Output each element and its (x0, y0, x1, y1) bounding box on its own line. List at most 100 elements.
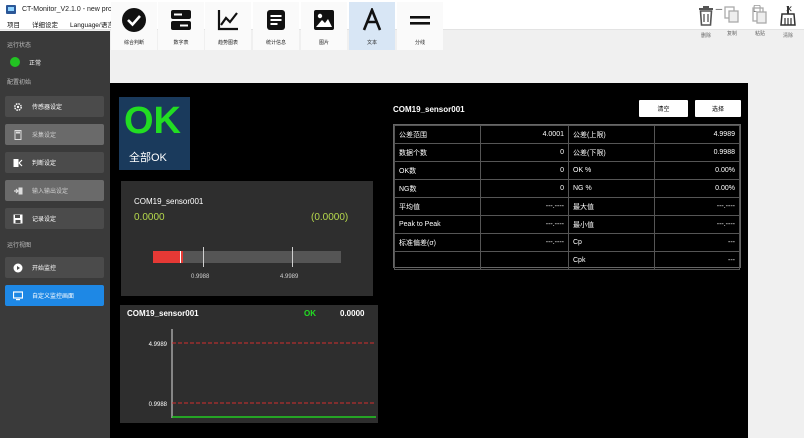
stat-value: 0.9988 (654, 143, 740, 162)
config-section: 配置初始 (7, 80, 32, 86)
delete-label: 删除 (700, 33, 711, 39)
lines-icon (406, 6, 434, 34)
tool-overall-judge[interactable]: 综合判断 (111, 2, 157, 50)
tool-statistics[interactable]: 统计信息 (253, 2, 299, 50)
tool-label: 综合判断 (123, 40, 144, 46)
sidebar-item-label: 输入输出设定 (32, 189, 69, 195)
sidebar-item-judge-settings[interactable]: 判断设定 (5, 152, 104, 173)
stat-label: 数据个数 (394, 143, 481, 162)
sidebar-item-acquisition-settings[interactable]: 采集设定 (5, 124, 104, 145)
sidebar-item-label: 传感器设定 (32, 105, 63, 111)
delete-tool[interactable]: 删除 (694, 6, 718, 50)
table-row: 公差范围 4.0001 公差(上限) 4.9989 (394, 125, 740, 144)
tool-text[interactable]: 文本 (349, 2, 395, 50)
stat-value: --- (654, 251, 740, 270)
meter-value: 0.0000 (134, 212, 165, 223)
sidebar-item-io-settings[interactable]: 输入输出设定 (5, 180, 104, 201)
table-row: NG数 0 NG % 0.00% (394, 179, 740, 198)
current-marker (180, 251, 181, 263)
stat-value: 0 (480, 179, 569, 198)
stat-value: 0 (480, 143, 569, 162)
menu-project[interactable]: 项目 (7, 19, 20, 29)
sidebar-item-custom-monitor[interactable]: 自定义监控画面 (5, 285, 104, 306)
play-icon (13, 263, 23, 273)
sidebar-item-label: 判断设定 (32, 161, 57, 167)
stat-value: ---.---- (480, 215, 569, 234)
trend-lower-label: 0.9988 (149, 402, 168, 408)
app-icon (6, 4, 16, 14)
clear-label: 清除 (782, 33, 793, 39)
stat-label: 最大值 (568, 197, 655, 216)
stat-label: OK数 (394, 161, 481, 180)
status-ok-icon (10, 57, 20, 67)
lower-limit-label: 0.9988 (191, 274, 210, 280)
broom-icon (779, 6, 797, 28)
trend-chart-widget[interactable]: COM19_sensor001 OK 0.0000 4.9989 0.9988 (120, 305, 378, 423)
sidebar-item-label: 开始监控 (32, 266, 57, 272)
run-status-section: 运行状态 (7, 43, 32, 49)
stat-label: Cp (568, 233, 655, 252)
sidebar-item-label: 采集设定 (32, 133, 57, 139)
stats-sensor-name: COM19_sensor001 (393, 105, 465, 114)
copy-tool[interactable]: 复制 (720, 6, 744, 50)
table-row: OK数 0 OK % 0.00% (394, 161, 740, 180)
sidebar-item-label: 记录设定 (32, 217, 57, 223)
stat-label: 标准偏差(σ) (394, 233, 481, 252)
run-status-label: 正常 (29, 60, 42, 67)
tool-divider-line[interactable]: 分线 (397, 2, 443, 50)
sidebar (0, 31, 110, 438)
tool-label: 趋势图表 (217, 40, 238, 46)
stat-label: OK % (568, 161, 655, 180)
menu-language[interactable]: Language/语言 (70, 19, 114, 29)
stat-label: NG数 (394, 179, 481, 198)
tool-label: 图片 (318, 40, 329, 46)
meter-bar-fill (153, 251, 184, 263)
table-row: 数据个数 0 公差(下限) 0.9988 (394, 143, 740, 162)
table-row: 平均值 ---.---- 最大值 ---.---- (394, 197, 740, 216)
stat-value: ---.---- (654, 197, 740, 216)
paste-tool[interactable]: 粘贴 (748, 6, 772, 50)
tool-trend-chart[interactable]: 趋势图表 (205, 2, 251, 50)
line-chart-icon (214, 6, 242, 34)
tool-label: 数字表 (173, 40, 189, 46)
save-icon (13, 214, 23, 224)
run-status: 正常 (10, 56, 41, 68)
stat-value: ---.---- (654, 215, 740, 234)
copy-icon (724, 6, 740, 26)
tool-image[interactable]: 图片 (301, 2, 347, 50)
tool-label: 文本 (366, 40, 377, 46)
calculator-icon (13, 129, 23, 140)
statistics-table: 公差范围 4.0001 公差(上限) 4.9989 数据个数 0 公差(下限) 0.9988 O… (393, 124, 741, 270)
select-button[interactable]: 选择 (695, 100, 741, 117)
paste-label: 粘贴 (754, 31, 765, 37)
stat-value (480, 251, 569, 270)
gear-icon (13, 102, 23, 112)
image-icon (310, 6, 338, 34)
meter-bar (153, 251, 341, 263)
paste-icon (752, 6, 768, 26)
meter-icon (167, 6, 195, 34)
digital-meter-widget[interactable]: COM19_sensor001 0.0000 (0.0000) 0.9988 4… (121, 181, 373, 296)
sidebar-item-sensor-settings[interactable]: 传感器设定 (5, 96, 104, 117)
stat-label: 最小值 (568, 215, 655, 234)
overall-judge-widget[interactable]: OK 全部OK (119, 97, 190, 170)
stat-value: 4.9989 (654, 125, 740, 144)
tool-digital-meter[interactable]: 数字表 (158, 2, 204, 50)
stat-label: 公差(上限) (568, 125, 655, 144)
io-icon (13, 186, 23, 196)
stat-label: 平均值 (394, 197, 481, 216)
stat-label: 公差范围 (394, 125, 481, 144)
sidebar-item-label: 自定义监控画面 (32, 294, 75, 300)
meter-deviation: (0.0000) (311, 212, 349, 223)
upper-limit-tick (292, 247, 293, 267)
menu-detail-settings[interactable]: 详细设定 (32, 19, 58, 29)
clear-tool[interactable]: 清除 (776, 6, 800, 50)
judge-icon (13, 158, 23, 168)
sidebar-item-start-monitoring[interactable]: 开始监控 (5, 257, 104, 278)
tool-label: 分线 (414, 40, 425, 46)
clear-button[interactable]: 清空 (639, 100, 688, 117)
trash-icon (697, 6, 715, 28)
stat-value: ---.---- (480, 233, 569, 252)
sidebar-item-record-settings[interactable]: 记录设定 (5, 208, 104, 229)
trend-plot: 4.9989 0.9988 (149, 329, 376, 418)
